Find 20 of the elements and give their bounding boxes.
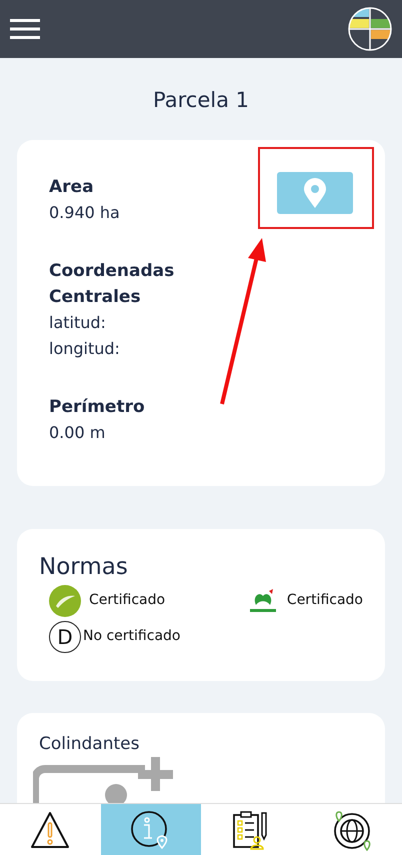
- nav-tab[interactable]: [100, 804, 201, 855]
- status-label: No certificado: [83, 627, 180, 646]
- field-value: 0.940 ha: [49, 202, 121, 224]
- field-value: longitud:: [49, 338, 121, 360]
- field-label: Coordenadas Centrales: [49, 260, 176, 308]
- app-logo[interactable]: [348, 7, 392, 51]
- letter-logo-icon: D: [49, 620, 81, 652]
- field-value: latitud:: [49, 312, 107, 334]
- map-pin-icon: [304, 178, 326, 208]
- field-label: Perímetro: [49, 396, 146, 418]
- warning-icon: [30, 810, 70, 848]
- status-label: Certificado: [89, 591, 166, 610]
- colindantes-title: Colindantes: [39, 732, 140, 754]
- field-label: Area: [49, 176, 95, 198]
- menu-icon[interactable]: [10, 19, 40, 39]
- field-value: 0.00 m: [49, 422, 106, 444]
- leaf-logo-icon: [49, 584, 81, 616]
- status-label: Certificado: [286, 591, 363, 610]
- normas-title: Normas: [39, 552, 129, 580]
- page-title: Parcela 1: [152, 87, 250, 114]
